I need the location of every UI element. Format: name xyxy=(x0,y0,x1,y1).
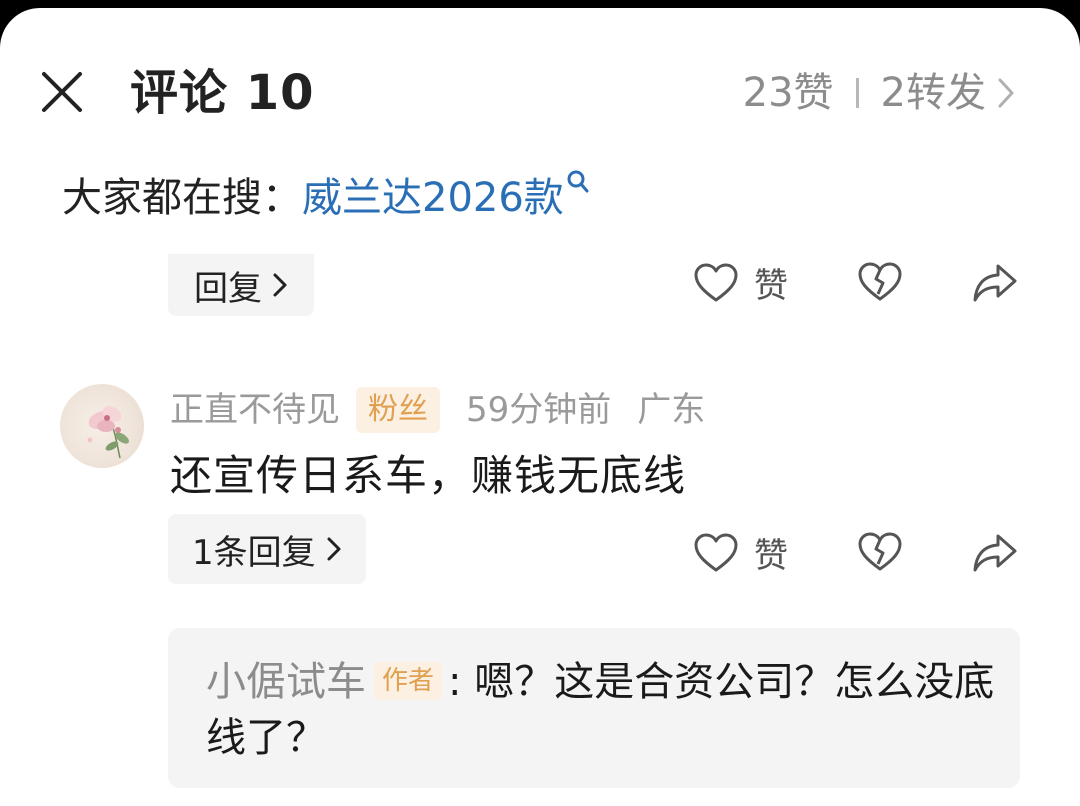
chevron-right-icon xyxy=(272,271,288,299)
fan-badge: 粉丝 xyxy=(356,387,440,433)
share-button[interactable] xyxy=(972,262,1018,304)
close-button[interactable] xyxy=(36,66,88,118)
comment-text: 还宣传日系车，赚钱无底线 xyxy=(170,451,687,500)
reposts-count: 2转发 xyxy=(880,70,986,116)
share-button[interactable] xyxy=(972,532,1018,574)
close-icon xyxy=(42,72,82,112)
author-badge: 作者 xyxy=(374,662,443,700)
comment-location: 广东 xyxy=(637,390,706,430)
view-replies-button[interactable]: 1条回复 xyxy=(168,514,366,584)
post-stats[interactable]: 23赞 2转发 xyxy=(743,60,1016,126)
like-label: 赞 xyxy=(754,536,788,576)
likes-count: 23赞 xyxy=(742,70,834,116)
broken-heart-icon xyxy=(858,262,902,301)
comment-sheet: 评论 10 23赞 2转发 大家都在搜： 威兰达2026款 回复 赞 正直不待见… xyxy=(0,8,1080,806)
chevron-right-icon xyxy=(326,535,342,563)
page-title: 评论 10 xyxy=(130,65,315,121)
like-button[interactable]: 赞 xyxy=(694,258,788,307)
dislike-button[interactable] xyxy=(858,262,902,302)
comment-author-name[interactable]: 正直不待见 xyxy=(170,380,340,440)
avatar[interactable] xyxy=(60,384,144,468)
trending-search-link[interactable]: 威兰达2026款 xyxy=(302,168,564,228)
reply-label: 回复 xyxy=(194,268,262,309)
search-icon xyxy=(566,154,590,214)
flower-painting-avatar-icon xyxy=(87,406,129,459)
dislike-button[interactable] xyxy=(858,532,902,572)
sub-reply-card[interactable]: 小倨试车 作者: 嗯？这是合资公司？怎么没底线了？ xyxy=(168,628,1020,788)
like-button[interactable]: 赞 xyxy=(694,528,788,577)
trending-search-prefix: 大家都在搜： xyxy=(62,175,302,221)
share-icon xyxy=(973,264,1017,302)
like-label: 赞 xyxy=(754,266,788,306)
comment-meta: 正直不待见 粉丝 59分钟前 广东 xyxy=(170,380,705,440)
divider xyxy=(855,78,859,108)
reply-count-label: 1条回复 xyxy=(192,532,316,573)
sub-reply-text-block: 小倨试车 作者: 嗯？这是合资公司？怎么没底线了？ xyxy=(206,654,996,766)
trending-search: 大家都在搜： 威兰达2026款 xyxy=(62,168,590,228)
sub-reply-author[interactable]: 小倨试车 xyxy=(206,659,366,705)
reply-button[interactable]: 回复 xyxy=(168,254,314,316)
heart-icon xyxy=(694,263,738,301)
heart-icon xyxy=(694,533,738,571)
broken-heart-icon xyxy=(858,532,902,571)
share-icon xyxy=(973,534,1017,572)
chevron-right-icon xyxy=(996,76,1016,110)
comment-time: 59分钟前 xyxy=(466,390,612,430)
